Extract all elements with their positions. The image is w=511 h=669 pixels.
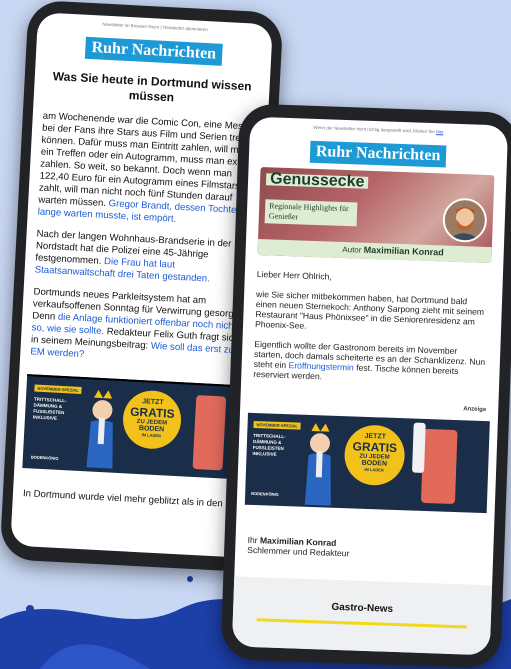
ad-banner-front[interactable]: NOVEMBER-SPEZIAL TRITTSCHALL- DÄMMUNG & FU… [244,412,490,514]
ad-feature-list: TRITTSCHALL- DÄMMUNG & FUSSLEISTEN INKLUSIV… [32,396,67,421]
ad-brand: BODENKÖNIG [30,454,59,461]
phone-newsletter-front: Wenn der Newsletter nicht richtig darges… [220,103,511,669]
greeting: Lieber Herr Ohlrich, [256,268,332,282]
paragraph-eroeffnung: Eigentlich wollte der Gastronom bereits … [253,338,486,382]
paragraph-blitzer: In Dortmund wurde viel mehr geblitzt als… [22,488,223,510]
king-mascot-icon [84,387,118,469]
anzeige-label: Anzeige [463,406,487,414]
newsletter-headline: Was Sie heute in Dortmund wissen müssen [52,69,252,105]
ad-feature-list: TRITTSCHALL- DÄMMUNG & FUSSLEISTEN INKLUSIV… [252,432,286,457]
gastro-news-section[interactable]: Gastro-News [231,576,493,656]
gastro-news-label: Gastro-News [331,601,394,615]
link-hier[interactable]: hier [436,129,443,134]
paragraph-brandserie: Nach der langen Wohnhaus-Brandserie in d… [34,228,232,285]
ad-carpet-roll [192,395,227,471]
genussecke-banner[interactable]: Genussecke Regionale Highlights für Geni… [257,167,495,264]
ruhr-nachrichten-logo[interactable]: Ruhr Nachrichten [85,36,223,66]
ad-tag: NOVEMBER-SPEZIAL [253,420,302,430]
newsletter-screen-front[interactable]: Wenn der Newsletter nicht richtig darges… [231,116,509,656]
paragraph-comic-con: am Wochenende war die Comic Con, eine Me… [37,110,257,225]
gastro-news-underline [256,618,467,629]
gratis-badge: JETZT GRATIS ZU JEDEM BODEN IM LADEN [343,424,406,487]
ad-roll-white [412,422,426,473]
banner-subtitle: Regionale Highlights für Genießer [264,199,358,227]
gratis-badge: JETZT GRATIS ZU JEDEM BODEN IM LADEN [121,389,183,451]
paragraph-sternekoch: wie Sie sicher mitbekommen haben, hat Do… [254,288,485,331]
author-portrait [442,197,488,243]
browser-view-note[interactable]: Newsletter im Browser lesen | Newsletter… [37,12,272,38]
ad-banner-back[interactable]: NOVEMBER-SPEZIAL TRITTSCHALL- DÄMMUNG & FU… [22,374,254,480]
ad-tag: NOVEMBER-SPEZIAL [34,384,82,395]
ad-carpet-roll [420,428,458,505]
ad-brand: BODENKÖNIG [251,490,279,497]
display-note: Wenn der Newsletter nicht richtig darges… [313,124,445,135]
ruhr-nachrichten-logo[interactable]: Ruhr Nachrichten [309,140,447,168]
paragraph-parkleitsystem: Dortmunds neues Parkleitsystem hat am ve… [30,286,240,361]
banner-title: Genussecke [265,170,369,191]
king-mascot-icon [303,421,336,506]
